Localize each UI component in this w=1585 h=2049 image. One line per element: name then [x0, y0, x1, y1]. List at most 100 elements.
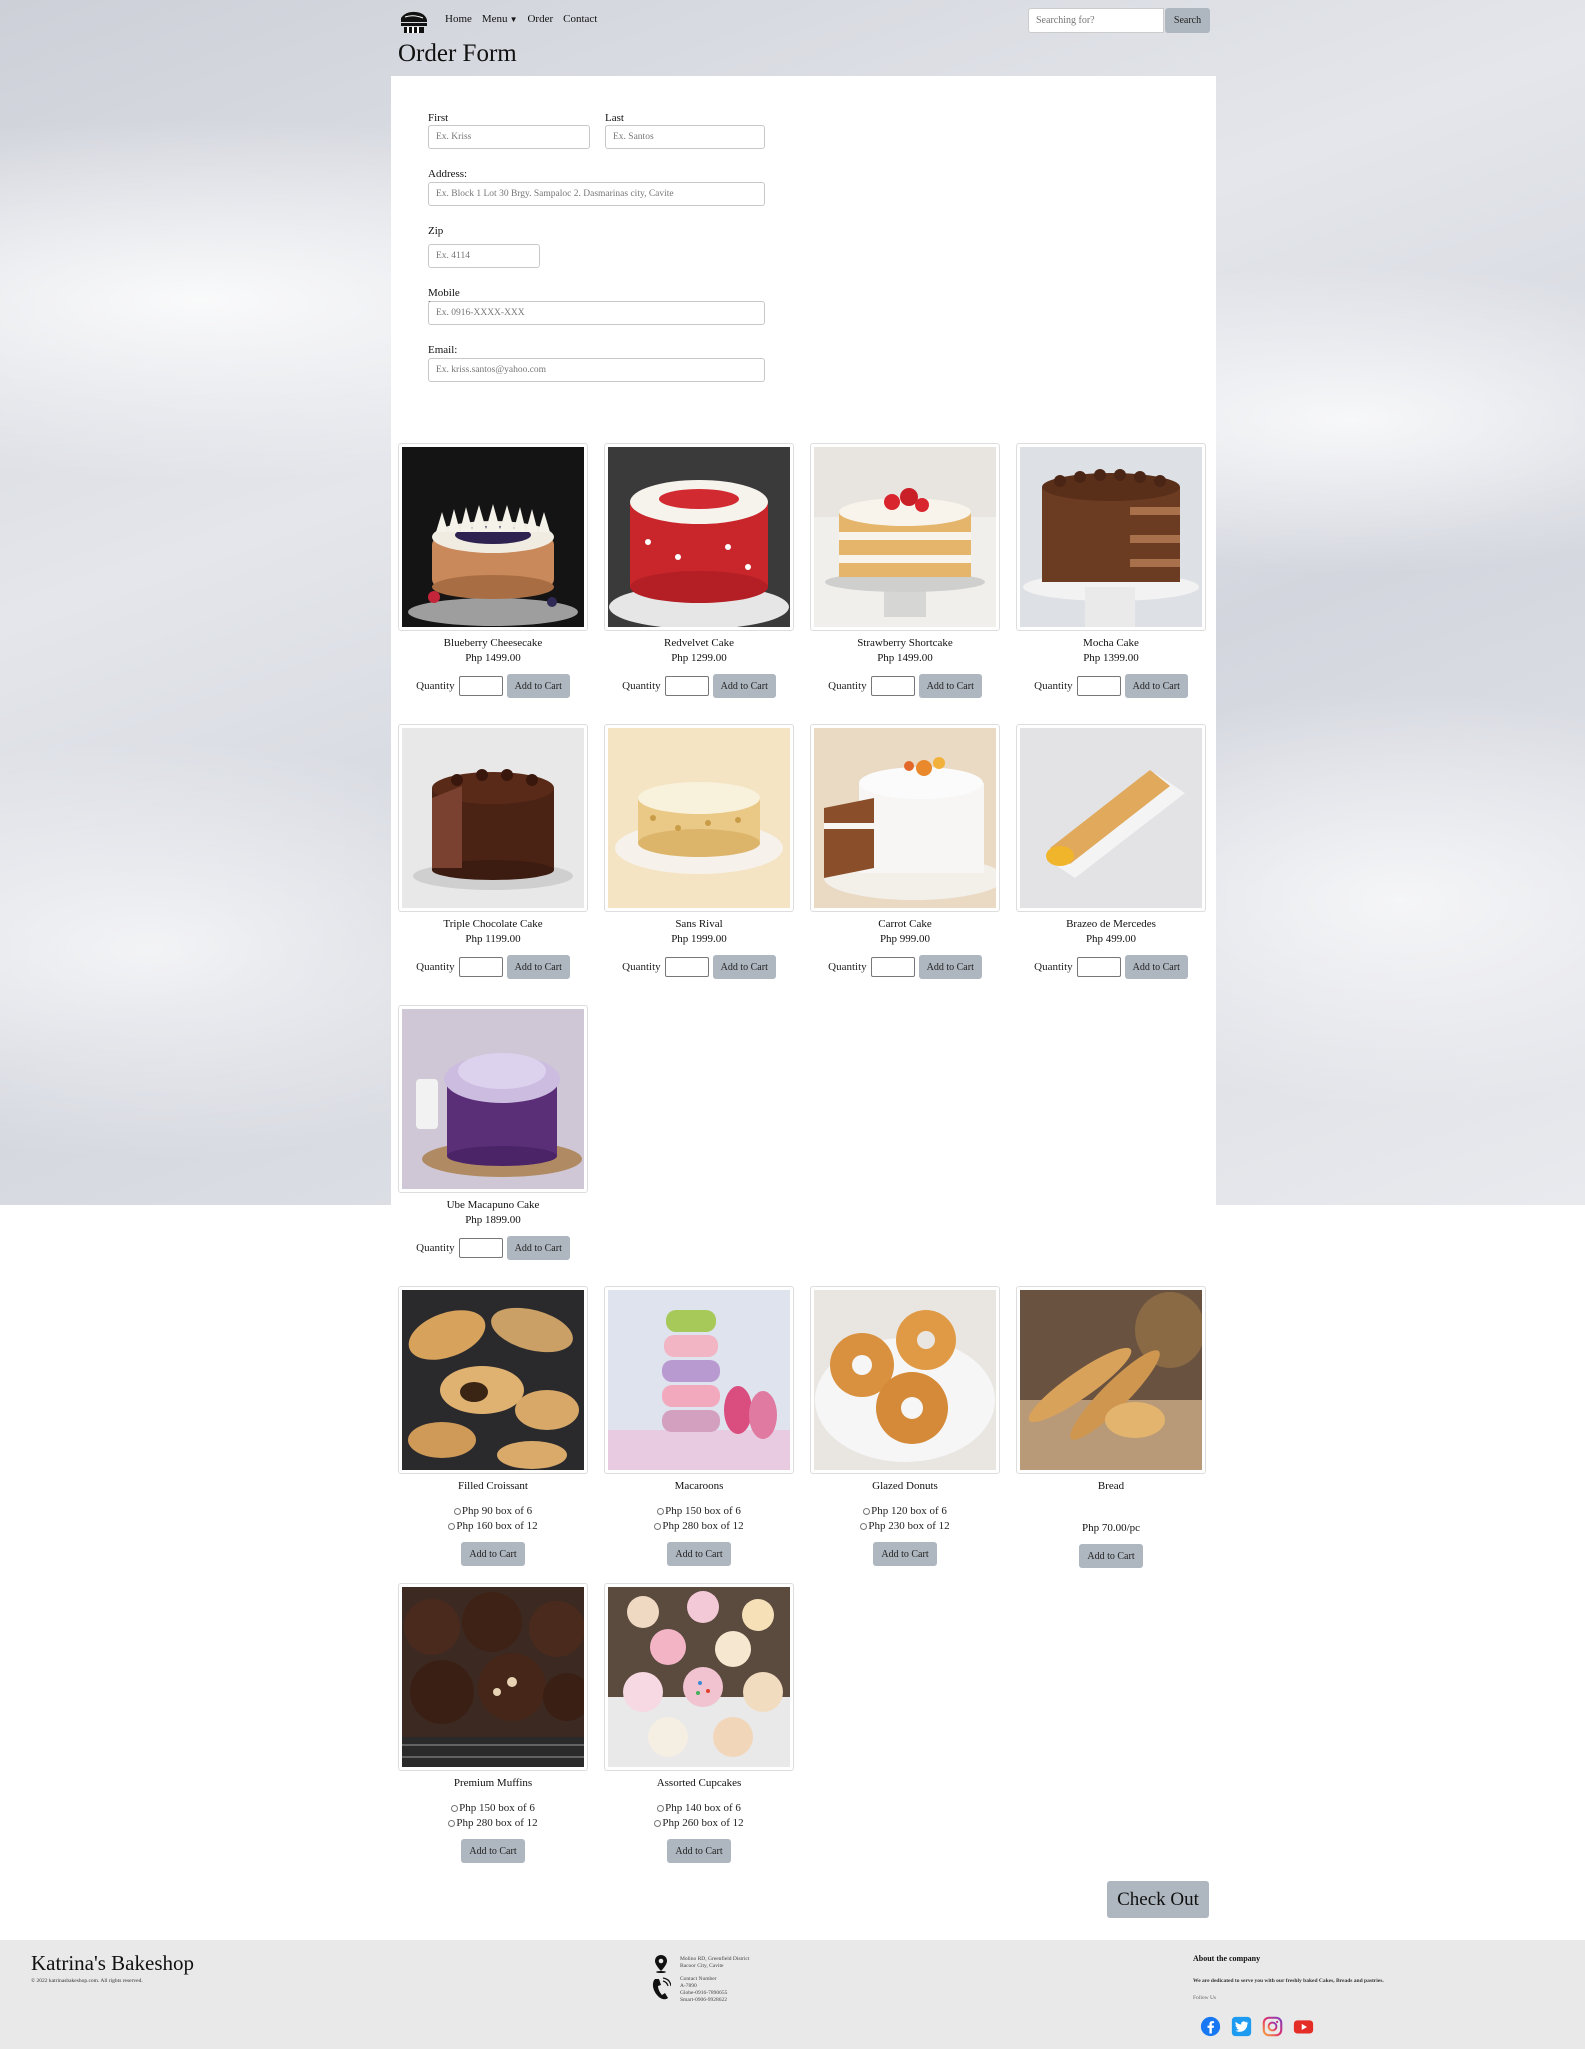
zip-field[interactable]: Ex. 4114	[428, 244, 540, 268]
product-card: Triple Chocolate Cake Php 1199.00 Quanti…	[398, 724, 588, 979]
product-name: Blueberry Cheesecake	[443, 637, 543, 649]
product-image	[398, 443, 588, 631]
product-card: Assorted Cupcakes Php 140 box of 6 Php 2…	[604, 1583, 794, 1863]
radio-box-of-6[interactable]	[863, 1507, 871, 1515]
nav-home[interactable]: Home	[445, 13, 472, 25]
product-name: Redvelvet Cake	[664, 637, 734, 649]
product-card: Sans Rival Php 1999.00 Quantity Add to Ca…	[604, 724, 794, 979]
add-to-cart-button[interactable]: Add to Cart	[1079, 1544, 1143, 1568]
twitter-icon[interactable]	[1231, 2016, 1252, 2037]
product-card: Mocha Cake Php 1399.00 Quantity Add to Ca…	[1016, 443, 1206, 698]
radio-box-of-6[interactable]	[451, 1804, 459, 1812]
quantity-label: Quantity	[828, 961, 867, 973]
product-card: Brazeo de Mercedes Php 499.00 Quantity Ad…	[1016, 724, 1206, 979]
radio-box-of-6[interactable]	[657, 1507, 665, 1515]
quantity-input[interactable]	[458, 676, 503, 696]
nav-links: Home Menu ▼ Order Contact	[445, 13, 597, 25]
search-input[interactable]	[1028, 8, 1164, 33]
quantity-label: Quantity	[416, 1242, 455, 1254]
search-button[interactable]: Search	[1165, 8, 1210, 33]
first-name-field[interactable]: Ex. Kriss	[428, 125, 590, 149]
footer-copyright: © 2022 katrinasbakeshop.com. All rights …	[31, 1978, 143, 1984]
product-price: Php 1499.00	[877, 652, 933, 664]
footer-about: About the company We are dedicated to se…	[1193, 1954, 1384, 2001]
product-image	[1016, 1286, 1206, 1474]
nav-menu[interactable]: Menu ▼	[482, 13, 518, 25]
location-pin-icon	[655, 1955, 667, 1973]
quantity-input[interactable]	[870, 676, 915, 696]
radio-box-of-12[interactable]	[448, 1819, 456, 1827]
product-name: Bread	[1097, 1480, 1125, 1492]
option-price: Php 260 box of 12	[662, 1817, 744, 1829]
follow-us-label: Follow Us	[1193, 1995, 1217, 2001]
radio-box-of-12[interactable]	[860, 1522, 868, 1530]
quantity-input[interactable]	[1076, 676, 1121, 696]
mobile-field[interactable]: Ex. 0916-XXXX-XXX	[428, 301, 765, 325]
add-to-cart-button[interactable]: Add to Cart	[506, 674, 570, 698]
nav-order[interactable]: Order	[527, 13, 553, 25]
footer-brand: Katrina's Bakeshop	[31, 1951, 194, 1975]
add-to-cart-button[interactable]: Add to Cart	[918, 674, 982, 698]
nav-contact[interactable]: Contact	[563, 13, 597, 25]
product-name: Mocha Cake	[1083, 637, 1139, 649]
product-price: Php 999.00	[879, 933, 931, 945]
option-price: Php 150 box of 6	[459, 1802, 535, 1814]
quantity-input[interactable]	[458, 1238, 503, 1258]
product-name: Macaroons	[674, 1480, 724, 1492]
add-to-cart-button[interactable]: Add to Cart	[667, 1542, 731, 1566]
add-to-cart-button[interactable]: Add to Cart	[712, 955, 776, 979]
last-name-field[interactable]: Ex. Santos	[605, 125, 765, 149]
product-image	[810, 1286, 1000, 1474]
nav-menu-label: Menu	[481, 13, 508, 25]
quantity-label: Quantity	[416, 680, 455, 692]
instagram-icon[interactable]	[1262, 2016, 1283, 2037]
add-to-cart-button[interactable]: Add to Cart	[873, 1542, 937, 1566]
quantity-label: Quantity	[622, 680, 661, 692]
glazed-donuts-image	[814, 1290, 996, 1470]
quantity-input[interactable]	[1076, 957, 1121, 977]
radio-box-of-12[interactable]	[654, 1819, 662, 1827]
youtube-icon[interactable]	[1293, 2016, 1314, 2037]
radio-box-of-6[interactable]	[453, 1507, 461, 1515]
address-field[interactable]: Ex. Block 1 Lot 30 Brgy. Sampaloc 2. Das…	[428, 182, 765, 206]
product-price: Php 1199.00	[465, 933, 521, 945]
product-image	[398, 1286, 588, 1474]
option-price: Php 150 box of 6	[665, 1505, 741, 1517]
checkout-button[interactable]: Check Out	[1107, 1881, 1209, 1918]
radio-box-of-12[interactable]	[654, 1522, 662, 1530]
product-card: Ube Macapuno Cake Php 1899.00 Quantity Ad…	[398, 1005, 588, 1260]
quantity-input[interactable]	[664, 957, 709, 977]
quantity-label: Quantity	[828, 680, 867, 692]
add-to-cart-button[interactable]: Add to Cart	[918, 955, 982, 979]
quantity-input[interactable]	[870, 957, 915, 977]
add-to-cart-button[interactable]: Add to Cart	[506, 955, 570, 979]
footer: Katrina's Bakeshop © 2022 katrinasbakesh…	[0, 1940, 1585, 2049]
facebook-icon[interactable]	[1200, 2016, 1221, 2037]
add-to-cart-button[interactable]: Add to Cart	[667, 1839, 731, 1863]
macaroons-image	[608, 1290, 790, 1470]
email-field[interactable]: Ex. kriss.santos@yahoo.com	[428, 358, 765, 382]
option-price: Php 280 box of 12	[662, 1520, 744, 1532]
product-price: Php 1299.00	[671, 652, 727, 664]
quantity-label: Quantity	[1034, 961, 1073, 973]
quantity-input[interactable]	[458, 957, 503, 977]
add-to-cart-button[interactable]: Add to Cart	[506, 1236, 570, 1260]
product-price: Php 499.00	[1085, 933, 1137, 945]
product-card: Filled Croissant Php 90 box of 6 Php 160…	[398, 1286, 588, 1566]
address-label: Address:	[428, 168, 468, 180]
radio-box-of-12[interactable]	[448, 1522, 456, 1530]
add-to-cart-button[interactable]: Add to Cart	[712, 674, 776, 698]
radio-box-of-6[interactable]	[657, 1804, 665, 1812]
add-to-cart-button[interactable]: Add to Cart	[1124, 674, 1188, 698]
contact-line-2: Globe-0916-7890655	[680, 1990, 728, 1996]
product-image	[604, 1583, 794, 1771]
triple-chocolate-cake-image	[402, 728, 584, 908]
add-to-cart-button[interactable]: Add to Cart	[1124, 955, 1188, 979]
add-to-cart-button[interactable]: Add to Cart	[461, 1839, 525, 1863]
add-to-cart-button[interactable]: Add to Cart	[461, 1542, 525, 1566]
product-name: Carrot Cake	[878, 918, 932, 930]
filled-croissant-image	[402, 1290, 584, 1470]
quantity-input[interactable]	[664, 676, 709, 696]
product-image	[810, 724, 1000, 912]
bakeshop-logo-icon[interactable]	[398, 8, 430, 34]
